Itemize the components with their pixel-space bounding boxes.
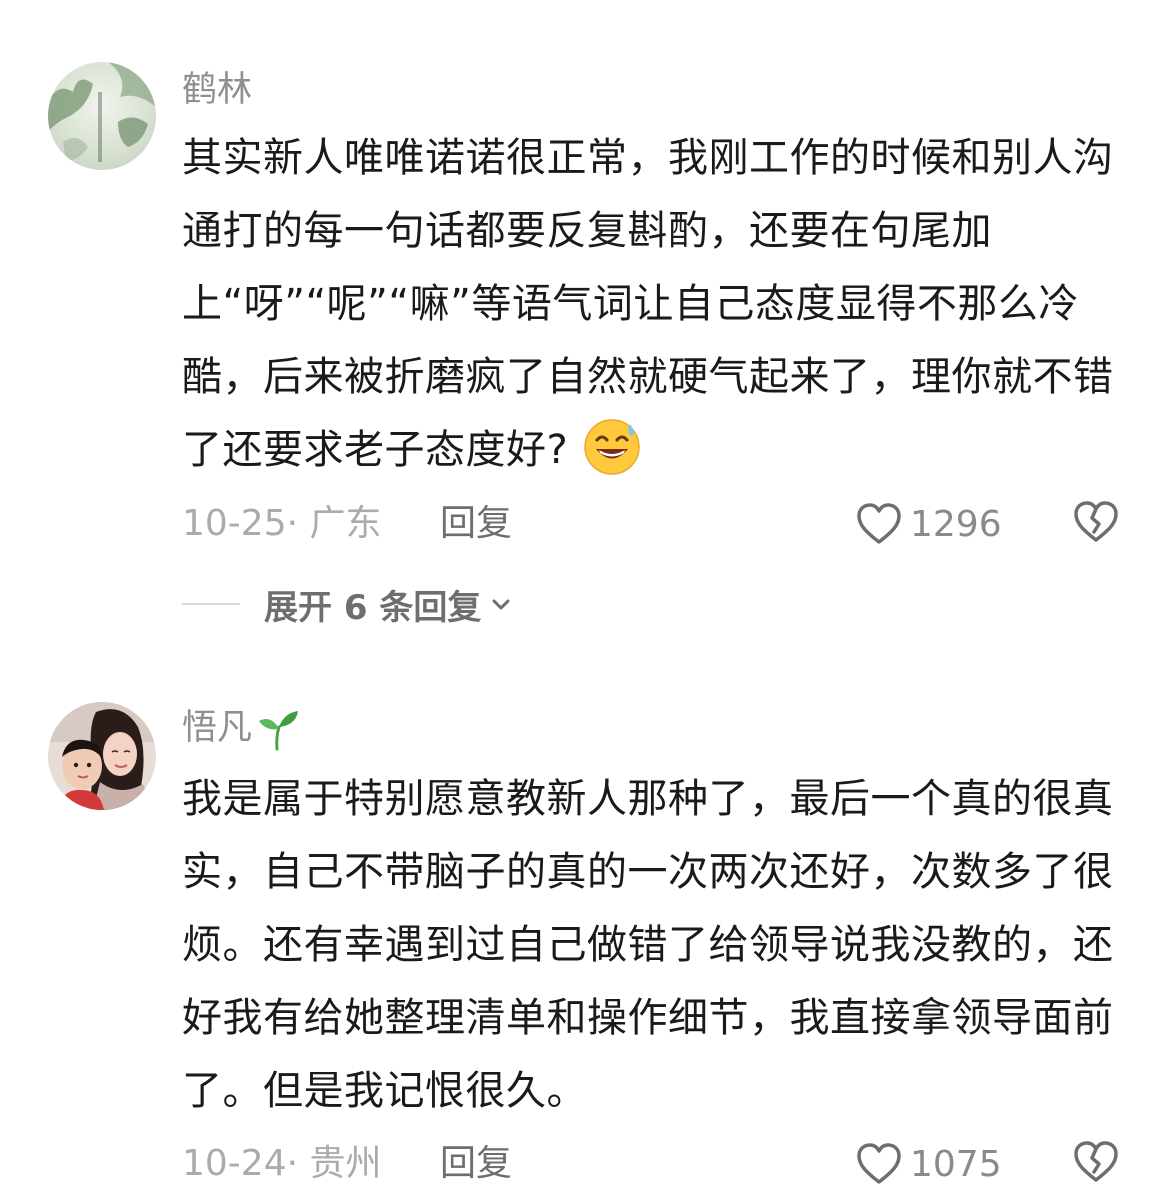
comment-text: 其实新人唯唯诺诺很正常，我刚工作的时候和别人沟通打的每一句话都要反复斟酌，还要在…: [182, 122, 1122, 487]
username-text: 悟凡: [182, 708, 253, 748]
expand-replies-label[interactable]: 展开 6 条回复: [264, 580, 481, 629]
like-button[interactable]: 1075: [856, 1139, 1002, 1189]
reply-button[interactable]: 回复: [440, 502, 512, 546]
chevron-down-icon: [492, 599, 510, 610]
date-location: 10-24· 贵州: [182, 1143, 382, 1184]
grinning-sweat-emoji: [584, 419, 640, 475]
username[interactable]: 鹤林: [182, 68, 252, 112]
comment-text: 我是属于特别愿意教新人那种了，最后一个真的很真实，自己不带脑子的真的一次两次还好…: [182, 776, 1114, 1114]
like-count: 1296: [910, 503, 1002, 545]
like-button[interactable]: 1296: [856, 499, 1002, 549]
comment-item: 鹤林 其实新人唯唯诺诺很正常，我刚工作的时候和别人沟通打的每一句话都要反复斟酌，…: [0, 0, 1170, 660]
comment-text-content: 其实新人唯唯诺诺很正常，我刚工作的时候和别人沟通打的每一句话都要反复斟酌，还要在…: [182, 135, 1114, 473]
expand-replies[interactable]: 展开 6 条回复: [182, 580, 513, 629]
sprout-icon: [259, 711, 299, 751]
avatar[interactable]: [48, 62, 156, 170]
heart-icon: [857, 503, 901, 544]
avatar-image: [48, 62, 156, 170]
broken-heart-icon[interactable]: [1072, 1138, 1120, 1186]
divider: [182, 603, 240, 605]
reply-button[interactable]: 回复: [440, 1142, 512, 1186]
avatar[interactable]: [48, 702, 156, 810]
heart-icon: [857, 1143, 901, 1184]
like-count: 1075: [910, 1143, 1002, 1185]
broken-heart-icon[interactable]: [1072, 498, 1120, 546]
avatar-image: [48, 702, 156, 810]
date-location: 10-25· 广东: [182, 503, 382, 544]
comment-item: 悟凡 我是属于特别愿意教新人那种了，最后一个真的很真实，自己不带脑子的真的一次两…: [0, 660, 1170, 1201]
username[interactable]: 悟凡: [182, 706, 300, 751]
